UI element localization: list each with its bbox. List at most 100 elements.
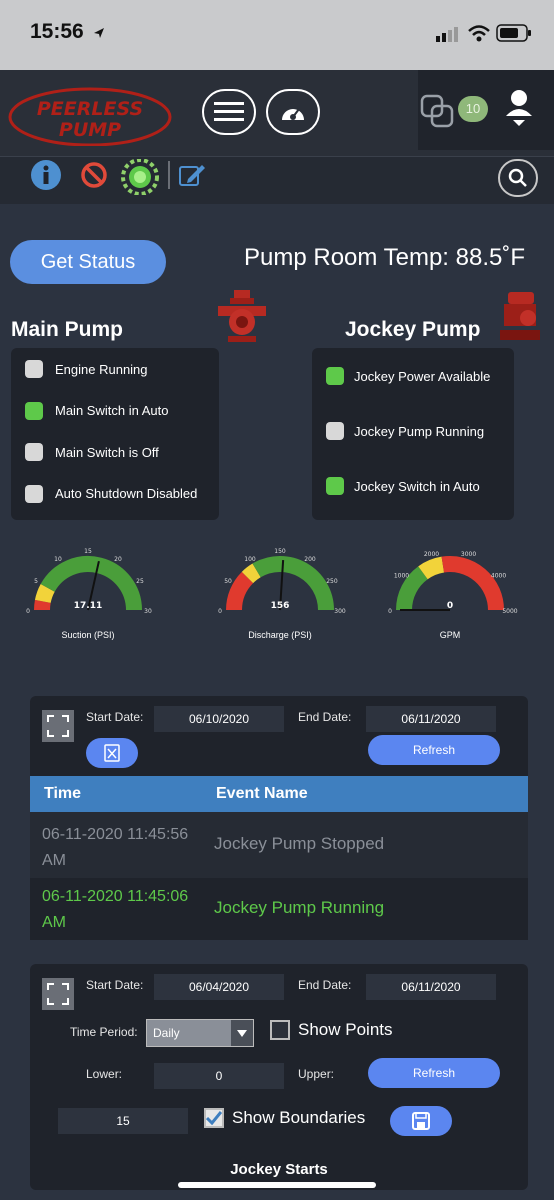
gauge: 0 1000 2000 3000 4000 5000 0 GPM (370, 548, 530, 640)
gauge-band (418, 556, 445, 580)
jockey-pump-title: Jockey Pump (345, 318, 481, 341)
start-date-label: Start Date: (86, 978, 144, 992)
gear-icon[interactable] (120, 159, 160, 195)
menu-button[interactable] (202, 89, 256, 135)
show-boundaries-label: Show Boundaries (232, 1108, 366, 1127)
wifi-icon (468, 25, 490, 42)
gauge-label: Discharge (PSI) (248, 630, 312, 640)
gauge-value: 17.11 (74, 601, 102, 611)
checkmark-icon (206, 1111, 222, 1125)
status-label: Engine Running (55, 361, 148, 377)
time-period-select[interactable]: Daily (146, 1019, 254, 1047)
gauge-value: 156 (271, 601, 290, 611)
start-date-input[interactable]: 06/10/2020 (154, 706, 284, 732)
col-event: Event Name (216, 785, 308, 802)
lower-input[interactable]: 0 (154, 1063, 284, 1089)
gauge-tick-label: 300 (334, 608, 346, 615)
status-label: Jockey Power Available (354, 368, 491, 384)
events-panel: Start Date: 06/10/2020 End Date: 06/11/2… (30, 696, 528, 940)
gauge-tick-label: 5 (34, 578, 38, 585)
main-pump-icon (218, 290, 266, 342)
row-time-ampm: AM (42, 852, 66, 869)
brand-logo[interactable]: PEERLESS PUMP (8, 86, 172, 147)
gauge: 0 50 100 150 200 250 300 156 Discharge (PSI) (200, 548, 360, 640)
expand-button[interactable] (42, 710, 74, 742)
notifications-icon[interactable] (418, 92, 458, 128)
upper-input[interactable]: 15 (58, 1108, 188, 1134)
jockey-pump-icon (500, 292, 540, 340)
start-date-input[interactable]: 06/04/2020 (154, 974, 284, 1000)
status-row: Main Switch is Off (25, 443, 159, 461)
battery-icon (496, 24, 531, 42)
lower-label: Lower: (86, 1067, 123, 1081)
status-row: Auto Shutdown Disabled (25, 484, 197, 503)
status-indicator (25, 484, 43, 503)
table-row[interactable]: 06-11-2020 11:45:06 AM Jockey Pump Runni… (30, 878, 528, 940)
refresh-button[interactable]: Refresh (368, 1058, 500, 1088)
main-pump-panel: Engine Running Main Switch in Auto Main Sw… (11, 348, 219, 520)
gauge: 0 5 10 15 20 25 30 17.11 Suction (PSI) (8, 548, 168, 640)
save-button[interactable] (390, 1106, 452, 1136)
gauge-tick-label: 20 (114, 556, 122, 563)
gauge-band (34, 583, 55, 604)
status-indicator (326, 477, 344, 495)
row-event: Jockey Pump Running (214, 898, 385, 917)
gauge-tick-label: 1000 (394, 573, 409, 580)
excel-icon (104, 744, 120, 762)
gauge-tick-label: 4000 (491, 573, 506, 580)
row-time: 06-11-2020 11:45:56 (42, 826, 189, 843)
table-row[interactable]: 06-11-2020 11:45:56 AM Jockey Pump Stopp… (30, 812, 528, 878)
gauge-tick-label: 5000 (502, 608, 517, 615)
block-icon[interactable] (80, 161, 108, 189)
export-excel-button[interactable] (86, 738, 138, 768)
gauge-label: GPM (439, 630, 461, 640)
clock: 15:56 (30, 20, 84, 43)
expand-button[interactable] (42, 978, 74, 1010)
gauge-tick-label: 0 (26, 608, 30, 615)
get-status-button[interactable]: Get Status (10, 240, 166, 284)
user-icon[interactable] (504, 88, 534, 130)
search-icon (508, 168, 527, 187)
expand-icon (47, 983, 69, 1005)
gauge-tick-label: 50 (224, 578, 232, 585)
temp-value: 88.5˚F (455, 244, 526, 271)
end-date-input[interactable]: 06/11/2020 (366, 974, 496, 1000)
gauge-tick-label: 15 (84, 548, 92, 555)
col-time: Time (44, 785, 82, 802)
status-label: Main Switch is Off (55, 444, 159, 460)
toolbar (0, 156, 554, 204)
show-points-checkbox[interactable] (270, 1020, 290, 1040)
save-icon (412, 1112, 430, 1130)
gauge-value: 0 (447, 601, 453, 611)
end-date-label: End Date: (298, 710, 352, 724)
status-indicator (326, 367, 344, 385)
status-indicator (25, 360, 43, 378)
signal-icon (436, 27, 458, 42)
hamburger-icon (214, 102, 244, 121)
dashboard-button[interactable] (266, 89, 320, 135)
gauge-band (241, 563, 261, 584)
search-button[interactable] (498, 159, 538, 197)
gauge-tick-label: 0 (218, 608, 222, 615)
notification-badge: 10 (458, 96, 488, 122)
info-icon[interactable] (30, 159, 62, 191)
show-boundaries-checkbox[interactable] (204, 1108, 224, 1128)
time-period-value: Daily (153, 1026, 180, 1040)
show-points-label: Show Points (298, 1020, 393, 1039)
gauge-label: Suction (PSI) (61, 630, 115, 640)
status-label: Jockey Pump Running (354, 423, 485, 439)
status-indicator (326, 422, 344, 440)
pump-room-temp: Pump Room Temp: 88.5˚F (244, 244, 525, 272)
refresh-button[interactable]: Refresh (368, 735, 500, 765)
home-indicator (178, 1182, 376, 1188)
status-row: Engine Running (25, 360, 148, 378)
end-date-label: End Date: (298, 978, 352, 992)
gauge-tick-label: 25 (136, 578, 144, 585)
status-indicator (25, 401, 43, 420)
row-event: Jockey Pump Stopped (214, 834, 385, 853)
upper-label: Upper: (298, 1067, 335, 1081)
status-row: Main Switch in Auto (25, 401, 168, 420)
status-bar: 15:56 (0, 0, 554, 70)
edit-icon[interactable] (178, 161, 208, 189)
end-date-input[interactable]: 06/11/2020 (366, 706, 496, 732)
